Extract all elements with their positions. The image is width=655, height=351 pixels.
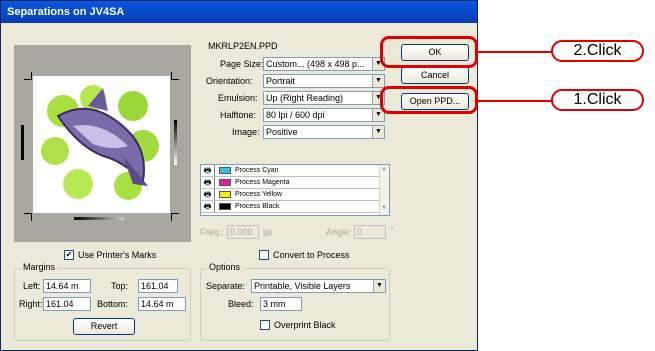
emulsion-value: Up (Right Reading) (266, 93, 344, 103)
printer-icon[interactable]: 🖶 (201, 165, 215, 176)
ink-row[interactable]: 🖶 Process Cyan (201, 165, 379, 177)
scroll-up-icon[interactable]: ▲ (381, 166, 387, 172)
image-label: Image: (232, 127, 260, 137)
image-select[interactable]: Positive ▼ (263, 125, 385, 139)
options-title: Options (207, 262, 243, 272)
angle-unit: ° (390, 225, 394, 235)
chevron-down-icon[interactable]: ▼ (372, 126, 384, 138)
color-bar (74, 217, 124, 220)
bleed-label: Bleed: (228, 299, 254, 309)
printer-icon[interactable]: 🖶 (201, 189, 215, 200)
ink-swatch (219, 191, 231, 198)
margins-title: Margins (21, 262, 58, 272)
use-printers-marks-label[interactable]: Use Printer's Marks (78, 250, 156, 260)
orientation-select[interactable]: Portrait ▼ (263, 74, 385, 88)
separate-select[interactable]: Printable, Visible Layers ▼ (251, 279, 386, 293)
halftone-select[interactable]: 80 lpi / 600 dpi ▼ (263, 108, 385, 122)
dialog-title: Separations on JV4SA (1, 1, 477, 23)
crop-mark-icon (24, 72, 32, 80)
separate-label: Separate: (206, 281, 246, 291)
ink-name: Process Black (235, 203, 280, 210)
printer-icon[interactable]: 🖶 (201, 177, 215, 188)
ink-row[interactable]: 🖶 Process Yellow (201, 189, 379, 201)
revert-button[interactable]: Revert (73, 318, 135, 335)
ink-row[interactable]: 🖶 Process Black (201, 201, 379, 213)
page-size-select[interactable]: Custom... (498 x 498 p... ▼ (263, 57, 385, 71)
ink-name: Process Yellow (235, 191, 283, 198)
use-printers-marks-checkbox[interactable]: ✔ (64, 250, 74, 260)
emulsion-select[interactable]: Up (Right Reading) ▼ (263, 91, 385, 105)
orientation-value: Portrait (266, 76, 296, 86)
ink-swatch (219, 203, 231, 210)
ink-list-scrollbar[interactable]: ▲ ▼ (379, 165, 389, 215)
callout-line-1 (478, 100, 552, 102)
ink-row[interactable]: 🖶 Process Magenta (201, 177, 379, 189)
angle-label: Angle: (326, 227, 352, 237)
ink-swatch (219, 167, 231, 174)
scroll-down-icon[interactable]: ▼ (381, 205, 387, 211)
chevron-down-icon[interactable]: ▼ (373, 280, 385, 292)
emulsion-label: Emulsion: (218, 93, 258, 103)
ink-name: Process Magenta (235, 179, 290, 186)
page-preview (14, 45, 191, 242)
overprint-black-label[interactable]: Overprint Black (274, 320, 336, 330)
separate-value: Printable, Visible Layers (254, 281, 351, 291)
ok-highlight (380, 36, 478, 68)
page-size-label: Page Size: (220, 59, 264, 69)
margin-right-input[interactable]: 161.04 (43, 297, 91, 311)
freq-input[interactable]: 0.000 (227, 225, 259, 239)
callout-1-click: 1.Click (551, 89, 644, 111)
crop-mark-icon (24, 213, 32, 221)
margin-left-label: Left: (23, 281, 41, 291)
margin-top-label: Top: (111, 281, 129, 291)
preview-sheet (33, 76, 170, 213)
orientation-label: Orientation: (206, 76, 253, 86)
bleed-input[interactable]: 3 mm (260, 297, 302, 311)
ink-swatch (219, 179, 231, 186)
margin-bottom-label: Bottom: (97, 299, 129, 309)
margin-right-label: Right: (19, 299, 43, 309)
ppd-name: MKRLP2EN.PPD (208, 41, 278, 51)
color-bar (174, 120, 177, 165)
crop-mark-icon (171, 213, 179, 221)
image-value: Positive (266, 127, 298, 137)
angle-input[interactable]: 0 (354, 225, 386, 239)
margin-top-input[interactable]: 161.04 (138, 279, 178, 293)
options-group: Options Separate: Printable, Visible Lay… (200, 262, 390, 341)
freq-unit: lpi (263, 227, 273, 237)
halftone-value: 80 lpi / 600 dpi (266, 110, 325, 120)
convert-to-process-checkbox[interactable] (259, 250, 269, 260)
ink-name: Process Cyan (235, 167, 279, 174)
cancel-button[interactable]: Cancel (401, 67, 469, 84)
chevron-down-icon[interactable]: ▼ (372, 75, 384, 87)
callout-2-click: 2.Click (551, 40, 644, 62)
convert-to-process-label[interactable]: Convert to Process (273, 250, 350, 260)
freq-label: Freq.: (200, 227, 224, 237)
margin-left-input[interactable]: 14.64 m (43, 279, 91, 293)
margin-bottom-input[interactable]: 14.64 m (138, 297, 186, 311)
page-size-value: Custom... (498 x 498 p... (266, 59, 365, 69)
open-ppd-highlight (380, 86, 478, 114)
printer-icon[interactable]: 🖶 (201, 201, 215, 212)
ink-list[interactable]: 🖶 Process Cyan 🖶 Process Magenta 🖶 Proce… (200, 164, 390, 216)
color-bar (21, 125, 24, 160)
callout-line-2 (478, 51, 552, 53)
overprint-black-checkbox[interactable] (260, 320, 270, 330)
margins-group: Margins Left: 14.64 m Top: 161.04 Right:… (14, 262, 191, 341)
halftone-label: Halftone: (220, 110, 257, 120)
dolphin-artwork-image (41, 85, 159, 200)
crop-mark-icon (171, 72, 179, 80)
